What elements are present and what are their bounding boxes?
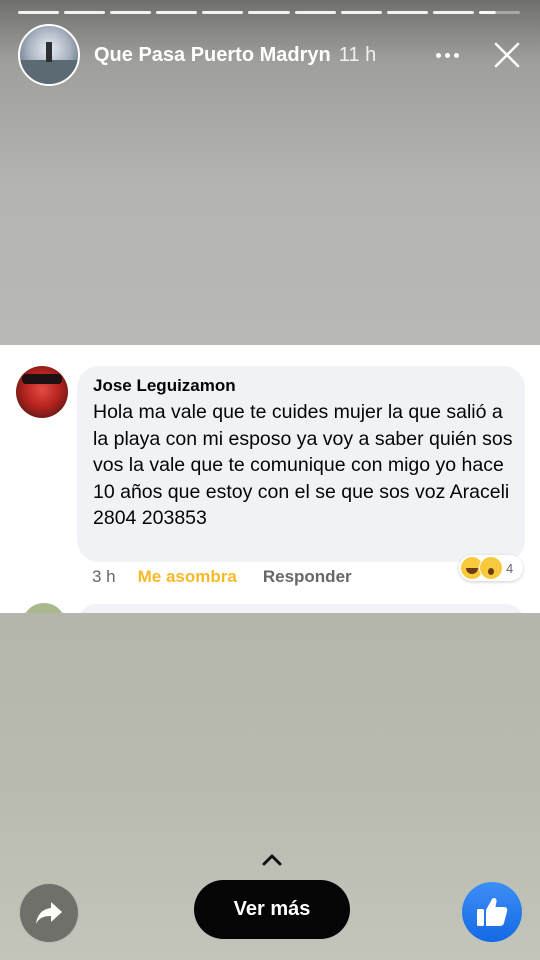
story-time: 11 h	[338, 43, 377, 66]
dot	[435, 52, 441, 58]
like-button[interactable]	[462, 882, 522, 942]
progress-segment	[386, 11, 428, 14]
progress-segment	[202, 11, 244, 14]
progress-segment	[18, 11, 60, 14]
comment-time: 3 h	[92, 567, 116, 586]
share-button[interactable]	[19, 883, 79, 943]
commenter-name: Jose Leguizamon	[93, 376, 236, 395]
reaction-label: Me asombra	[137, 567, 237, 586]
story-header: Que Pasa Puerto Madryn 11 h	[18, 24, 522, 86]
page-name[interactable]: Que Pasa Puerto Madryn	[94, 44, 331, 67]
reaction-summary: 4	[459, 555, 523, 581]
progress-segment	[294, 11, 336, 14]
progress-segment	[248, 11, 290, 14]
reaction-count: 4	[506, 560, 514, 576]
thumbs-up-icon	[477, 897, 508, 926]
progress-segment	[432, 11, 474, 14]
comment-actions: 3 h Me asombra Responder	[92, 567, 352, 587]
comment-bubble: Jose Leguizamon Hola ma vale que te cuid…	[77, 366, 525, 562]
commenter-avatar	[16, 366, 68, 418]
progress-segment	[110, 11, 152, 14]
next-comment-bubble	[77, 604, 525, 613]
progress-segment-current	[478, 11, 521, 14]
dot	[444, 52, 450, 58]
page-avatar[interactable]	[18, 24, 80, 86]
dot	[453, 52, 459, 58]
avatar-monument	[46, 42, 52, 62]
comment-screenshot: ▔ ▔▔ ▔ Jose Leguizamon Hola ma vale que …	[0, 345, 540, 613]
more-options-icon[interactable]	[434, 42, 460, 68]
next-comment-avatar	[22, 603, 66, 613]
progress-segment	[156, 11, 198, 14]
cropped-text-fragment: ▔ ▔▔ ▔	[140, 345, 211, 352]
share-arrow-icon	[36, 902, 62, 924]
wow-reaction-icon	[479, 556, 503, 580]
progress-segment	[340, 11, 382, 14]
see-more-button[interactable]: Ver más	[194, 880, 350, 939]
avatar-landscape	[20, 60, 78, 84]
progress-segment	[64, 11, 106, 14]
close-icon[interactable]	[492, 40, 522, 70]
comment-text: Hola ma vale que te cuides mujer la que …	[93, 401, 513, 530]
story-progress-bar	[18, 11, 521, 14]
chevron-up-icon[interactable]	[262, 852, 282, 866]
reply-label: Responder	[262, 567, 352, 586]
